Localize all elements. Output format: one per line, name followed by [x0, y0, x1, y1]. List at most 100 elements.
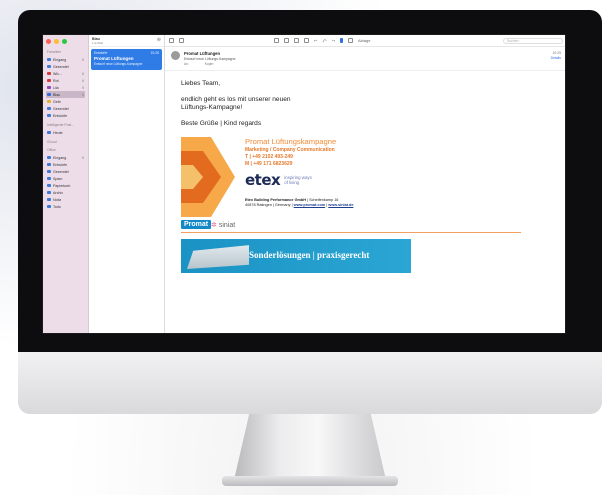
- move-icon[interactable]: [348, 38, 353, 43]
- junk-icon[interactable]: [304, 38, 309, 43]
- sidebar-item-office-7[interactable]: Todo: [46, 203, 85, 210]
- folder-label[interactable]: Ablage: [358, 38, 370, 43]
- sidebar-section-smart: Intelligente Post...: [47, 123, 74, 127]
- sidebar-item-favorites-7[interactable]: Gesendet: [46, 105, 85, 112]
- mailbox-icon: [47, 163, 51, 166]
- forward-icon[interactable]: ↪: [332, 38, 335, 43]
- company-name: Etex Building Performance GmbH: [245, 198, 306, 203]
- window-controls: [46, 39, 85, 44]
- sidebar-item-count: 9: [82, 85, 84, 90]
- reply-icon[interactable]: ↩: [314, 38, 317, 43]
- ventilation-duct-image: [187, 245, 249, 269]
- sidebar-item-smart-0[interactable]: Heute: [46, 129, 85, 136]
- mailbox-icon: [47, 65, 51, 68]
- mailbox-icon: [47, 131, 51, 134]
- siniat-link[interactable]: www.siniat.de: [328, 203, 353, 207]
- sidebar-item-favorites-3[interactable]: Rot 8: [46, 77, 85, 84]
- sidebar-item-office-3[interactable]: Spam: [46, 175, 85, 182]
- avatar: [171, 51, 180, 60]
- imac-stand: [234, 414, 386, 480]
- company-address: Etex Building Performance GmbH | Scheife…: [245, 198, 354, 208]
- mailbox-icon: [47, 93, 51, 96]
- sidebar-item-count: 8: [82, 92, 84, 97]
- apple-logo-icon: [306, 372, 330, 400]
- message-list: Blau 1 E-Mail ⊜ Entwürfe 10:25 Promat Lü…: [89, 35, 165, 333]
- sidebar-item-office-4[interactable]: Papierkorb: [46, 182, 85, 189]
- flag-icon[interactable]: [340, 38, 343, 43]
- sidebar-item-label: Rot: [53, 78, 59, 83]
- toolbar: ↩ ⤺ ↪ Ablage Suchen: [165, 35, 565, 47]
- mailbox-icon: [47, 72, 51, 75]
- sidebar-item-label: Heute: [53, 130, 63, 135]
- filter-icon[interactable]: ⊜: [157, 37, 161, 44]
- sidebar-toggle-icon[interactable]: [169, 38, 174, 43]
- sidebar-item-favorites-6[interactable]: Gelb: [46, 98, 85, 105]
- promat-link[interactable]: www.promat.com: [294, 203, 326, 207]
- sidebar-item-office-5[interactable]: Archiv: [46, 189, 85, 196]
- sidebar-item-label: Eingang: [53, 155, 67, 160]
- sidebar-item-label: Wic...: [53, 71, 62, 76]
- sidebar-item-office-6[interactable]: Notiz: [46, 196, 85, 203]
- sidebar-item-favorites-1[interactable]: Gesendet: [46, 63, 85, 70]
- close-window-button[interactable]: [46, 39, 51, 44]
- screen: Favoriten Eingang 5 Gesendet Wic... 8 Rot 8 Lil…: [42, 34, 566, 334]
- body-line-1: endlich geht es los mit unserer neuen: [181, 95, 291, 103]
- banner-text: Sonderlösungen | praxisgerecht: [249, 250, 370, 261]
- sidebar-item-favorites-8[interactable]: Entwürfe: [46, 112, 85, 119]
- sidebar-item-label: Gesendet: [53, 169, 69, 174]
- zoom-window-button[interactable]: [62, 39, 67, 44]
- reply-all-icon[interactable]: ⤺: [322, 38, 326, 43]
- sidebar-item-count: 5: [82, 155, 84, 160]
- trash-icon[interactable]: [294, 38, 299, 43]
- sidebar-item-label: Gelb: [53, 99, 61, 104]
- sidebar-section-office: Office: [47, 148, 56, 152]
- sidebar-item-office-2[interactable]: Gesendet: [46, 168, 85, 175]
- campaign-banner[interactable]: Sonderlösungen | praxisgerecht: [181, 239, 411, 274]
- details-link[interactable]: Details: [551, 56, 561, 61]
- sidebar-item-office-0[interactable]: Eingang 5: [46, 154, 85, 161]
- brand-logos: Promat ✲ siniat: [181, 219, 521, 234]
- imac-base: [222, 476, 398, 486]
- mailbox-sidebar: Favoriten Eingang 5 Gesendet Wic... 8 Rot 8 Lil…: [43, 35, 89, 333]
- search-input[interactable]: Suchen: [503, 37, 563, 44]
- sidebar-item-count: 8: [82, 71, 84, 76]
- smart-mailboxes-list: Heute: [46, 129, 85, 136]
- siniat-star-icon: ✲: [211, 222, 217, 230]
- sidebar-item-office-1[interactable]: Entwürfe: [46, 161, 85, 168]
- sidebar-item-favorites-2[interactable]: Wic... 8: [46, 70, 85, 77]
- mailbox-icon: [47, 100, 51, 103]
- sidebar-item-label: Todo: [53, 204, 61, 209]
- greeting: Liebes Team,: [181, 80, 221, 87]
- mailbox-icon: [47, 184, 51, 187]
- compose-icon[interactable]: [179, 38, 184, 43]
- cc-label: Kopie:: [204, 62, 214, 66]
- mailbox-icon: [47, 58, 51, 61]
- list-item[interactable]: Entwürfe 10:25 Promat Lüftungen Entwurf …: [91, 49, 162, 70]
- mailbox-icon[interactable]: [274, 38, 279, 43]
- mailbox-icon: [47, 114, 51, 117]
- mailbox-icon: [47, 107, 51, 110]
- archive-icon[interactable]: [284, 38, 289, 43]
- sidebar-item-label: Lila: [53, 85, 59, 90]
- email-signature: Promat Lüftungskampagne Marketing / Comp…: [181, 137, 549, 218]
- sidebar-item-favorites-0[interactable]: Eingang 5: [46, 56, 85, 63]
- office-mailboxes-list: Eingang 5 Entwürfe Gesendet Spam Papierkorb Ar…: [46, 154, 85, 210]
- signature-name: Promat Lüftungskampagne: [245, 137, 337, 147]
- mailbox-icon: [47, 156, 51, 159]
- sidebar-item-label: Archiv: [53, 190, 63, 195]
- mailbox-icon: [47, 205, 51, 208]
- list-item-time: 10:25: [150, 51, 160, 55]
- sidebar-item-favorites-5[interactable]: Blau 8: [46, 91, 85, 98]
- minimize-window-button[interactable]: [54, 39, 59, 44]
- closing: Beste Grüße | Kind regards: [181, 119, 262, 127]
- list-item-preview: Entwurf neue Lüftungs-Kampagne: [94, 62, 143, 66]
- sidebar-item-label: Eingang: [53, 57, 67, 62]
- sidebar-item-favorites-4[interactable]: Lila 9: [46, 84, 85, 91]
- to-label: An:: [184, 62, 189, 66]
- message-subject: Entwurf neue Lüftungs-Kampagne: [184, 57, 236, 61]
- sidebar-item-label: Gesendet: [53, 64, 69, 69]
- sidebar-item-count: 5: [82, 57, 84, 62]
- siniat-wordmark: siniat: [218, 222, 236, 230]
- signature-mobile: M | +49 171 6823629: [245, 161, 293, 168]
- company-street: | Scheifenkamp 16: [305, 198, 339, 203]
